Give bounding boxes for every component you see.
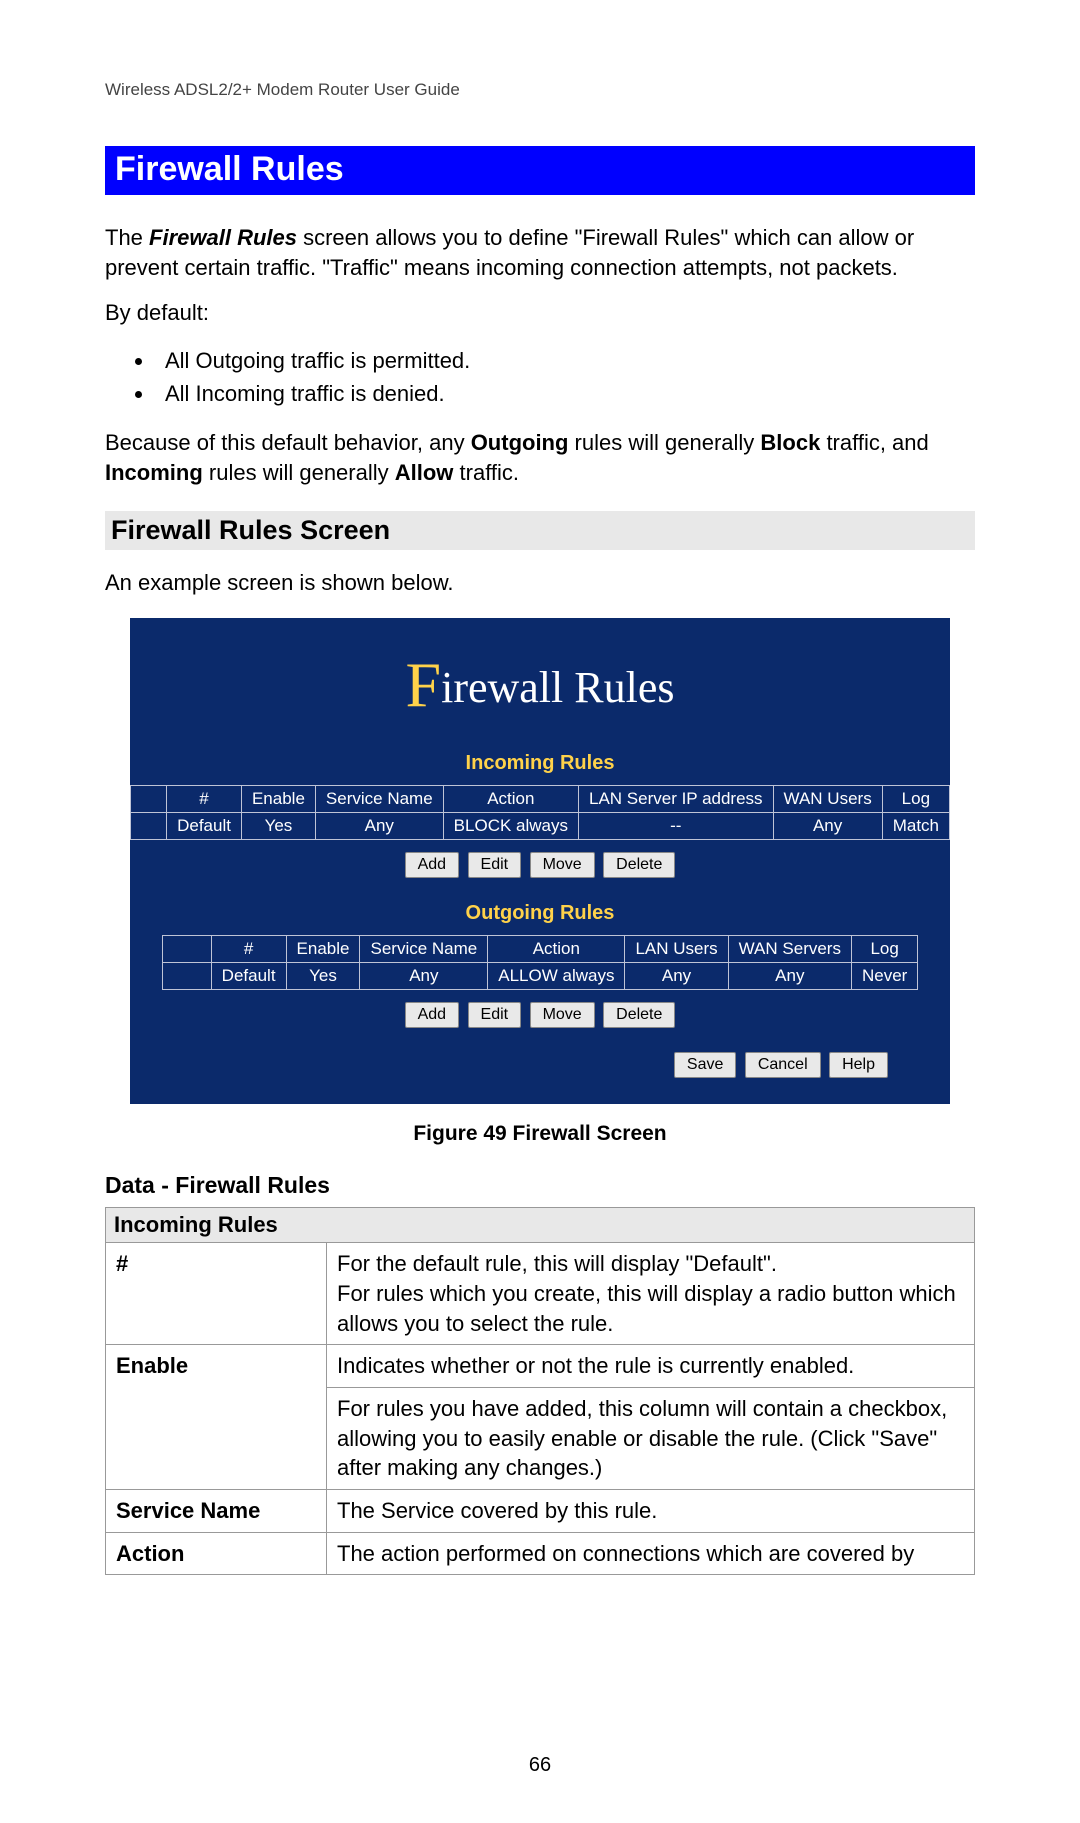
table-header-row: # Enable Service Name Action LAN Server … — [131, 786, 950, 813]
col-number: # — [167, 786, 242, 813]
add-button[interactable]: Add — [405, 1002, 459, 1028]
text-bold: Block — [760, 430, 820, 455]
app-title-initial: F — [406, 649, 442, 720]
col-action: Action — [488, 936, 625, 963]
data-value: The action performed on connections whic… — [327, 1532, 975, 1575]
list-item: All Outgoing traffic is permitted. — [155, 344, 975, 377]
data-value: For the default rule, this will display … — [327, 1243, 975, 1345]
data-key: Service Name — [106, 1489, 327, 1532]
text-bold: Outgoing — [471, 430, 569, 455]
col-log: Log — [851, 936, 917, 963]
cancel-button[interactable]: Cancel — [745, 1052, 821, 1078]
list-item: All Incoming traffic is denied. — [155, 377, 975, 410]
table-row: Default Yes Any ALLOW always Any Any Nev… — [162, 963, 918, 990]
text: The — [105, 225, 149, 250]
app-title-rest: irewall Rules — [441, 663, 674, 712]
cell: Any — [625, 963, 728, 990]
col-enable: Enable — [241, 786, 315, 813]
table-row: Enable Indicates whether or not the rule… — [106, 1345, 975, 1388]
table-row: Action The action performed on connectio… — [106, 1532, 975, 1575]
table-header-row: # Enable Service Name Action LAN Users W… — [162, 936, 918, 963]
col-number: # — [211, 936, 286, 963]
data-value: Indicates whether or not the rule is cur… — [327, 1345, 975, 1388]
table-row: Service Name The Service covered by this… — [106, 1489, 975, 1532]
page-number: 66 — [0, 1754, 1080, 1777]
because-paragraph: Because of this default behavior, any Ou… — [105, 428, 975, 487]
col-lan: LAN Server IP address — [579, 786, 774, 813]
save-button[interactable]: Save — [674, 1052, 736, 1078]
cell: ALLOW always — [488, 963, 625, 990]
cell: Default — [167, 813, 242, 840]
data-value: The Service covered by this rule. — [327, 1489, 975, 1532]
text-bold: Firewall Rules — [149, 225, 297, 250]
help-button[interactable]: Help — [829, 1052, 888, 1078]
data-heading: Data - Firewall Rules — [105, 1172, 975, 1199]
data-table: Incoming Rules # For the default rule, t… — [105, 1207, 975, 1575]
col-lan: LAN Users — [625, 936, 728, 963]
add-button[interactable]: Add — [405, 852, 459, 878]
app-title: Firewall Rules — [130, 648, 950, 722]
incoming-buttons: Add Edit Move Delete — [130, 852, 950, 878]
text-bold: Incoming — [105, 460, 203, 485]
defaults-list: All Outgoing traffic is permitted. All I… — [105, 344, 975, 410]
cell: Any — [773, 813, 882, 840]
text: traffic, and — [820, 430, 928, 455]
outgoing-buttons: Add Edit Move Delete — [130, 1002, 950, 1028]
data-section-header: Incoming Rules — [106, 1208, 975, 1243]
edit-button[interactable]: Edit — [468, 852, 522, 878]
col-enable: Enable — [286, 936, 360, 963]
cell: Any — [360, 963, 488, 990]
data-key: # — [106, 1243, 327, 1345]
outgoing-rules-table: # Enable Service Name Action LAN Users W… — [162, 935, 919, 990]
table-row: # For the default rule, this will displa… — [106, 1243, 975, 1345]
col-log: Log — [882, 786, 949, 813]
incoming-rules-table: # Enable Service Name Action LAN Server … — [130, 785, 950, 840]
section-title: Firewall Rules — [105, 146, 975, 195]
text: rules will generally — [568, 430, 760, 455]
data-value: For rules you have added, this column wi… — [327, 1387, 975, 1489]
cell: Never — [851, 963, 917, 990]
col-wan: WAN Users — [773, 786, 882, 813]
subsection-title: Firewall Rules Screen — [105, 511, 975, 550]
footer-buttons: Save Cancel Help — [130, 1052, 950, 1078]
example-line: An example screen is shown below. — [105, 568, 975, 598]
outgoing-rules-label: Outgoing Rules — [130, 902, 950, 925]
move-button[interactable]: Move — [530, 1002, 595, 1028]
cell: Default — [211, 963, 286, 990]
cell: Any — [728, 963, 851, 990]
cell — [162, 963, 211, 990]
cell — [131, 813, 167, 840]
text-bold: Allow — [395, 460, 454, 485]
text: traffic. — [453, 460, 519, 485]
delete-button[interactable]: Delete — [603, 852, 675, 878]
col-action: Action — [443, 786, 578, 813]
cell: Yes — [241, 813, 315, 840]
cell: Yes — [286, 963, 360, 990]
text: rules will generally — [203, 460, 395, 485]
incoming-rules-label: Incoming Rules — [130, 752, 950, 775]
firewall-screenshot: Firewall Rules Incoming Rules # Enable S… — [130, 618, 950, 1104]
data-key: Enable — [106, 1345, 327, 1490]
delete-button[interactable]: Delete — [603, 1002, 675, 1028]
figure-caption: Figure 49 Firewall Screen — [105, 1122, 975, 1146]
col-wan: WAN Servers — [728, 936, 851, 963]
table-row: Default Yes Any BLOCK always -- Any Matc… — [131, 813, 950, 840]
move-button[interactable]: Move — [530, 852, 595, 878]
edit-button[interactable]: Edit — [468, 1002, 522, 1028]
cell: -- — [579, 813, 774, 840]
intro-paragraph: The Firewall Rules screen allows you to … — [105, 223, 975, 282]
col-service: Service Name — [360, 936, 488, 963]
by-default-label: By default: — [105, 298, 975, 328]
text: Because of this default behavior, any — [105, 430, 471, 455]
col-service: Service Name — [315, 786, 443, 813]
cell: Any — [315, 813, 443, 840]
cell: BLOCK always — [443, 813, 578, 840]
cell: Match — [882, 813, 949, 840]
data-key: Action — [106, 1532, 327, 1575]
running-header: Wireless ADSL2/2+ Modem Router User Guid… — [105, 80, 975, 100]
